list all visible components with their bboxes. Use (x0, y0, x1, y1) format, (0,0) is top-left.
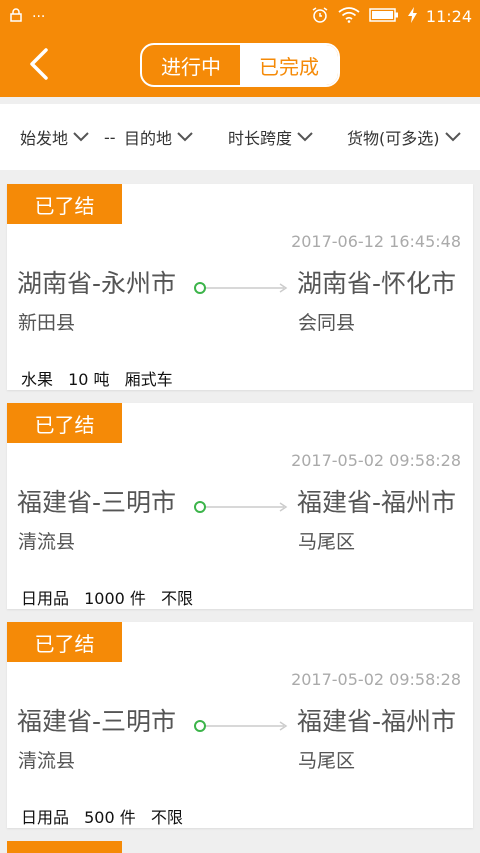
destination-county: 马尾区 (298, 750, 356, 772)
alarm-icon (311, 6, 329, 28)
order-card[interactable]: 已了结 2017-05-02 09:58:28 福建省-三明市 清流县 福建省-… (7, 622, 473, 828)
filter-bar: 始发地 -- 目的地 时长跨度 货物(可多选) (0, 104, 480, 170)
origin-county: 清流县 (18, 750, 76, 772)
order-card[interactable]: 已了结 2017-05-02 09:58:28 福建省-三明市 清流县 福建省-… (7, 403, 473, 609)
status-time: 11:24 (425, 7, 472, 26)
route-arrow-icon (194, 501, 288, 513)
chevron-left-icon (30, 48, 48, 80)
filter-duration-label: 时长跨度 (228, 129, 293, 148)
destination-city: 福建省-福州市 (297, 488, 457, 517)
filter-destination[interactable]: 目的地 (124, 125, 194, 149)
cargo-quantity: 1000 件 (84, 589, 146, 608)
cargo-type: 日用品 (21, 589, 70, 608)
route-arrow-icon (194, 720, 288, 732)
origin-city: 湖南省-永州市 (17, 269, 177, 298)
cargo-quantity: 10 吨 (68, 370, 110, 389)
destination-city: 福建省-福州市 (297, 707, 457, 736)
filter-cargo[interactable]: 货物(可多选) (347, 125, 462, 149)
origin-city: 福建省-三明市 (17, 488, 177, 517)
status-badge: 已了结 (7, 622, 122, 662)
back-button[interactable] (24, 46, 60, 82)
order-time: 2017-06-12 16:45:48 (291, 232, 461, 251)
filter-separator: -- (104, 127, 116, 147)
chevron-down-icon (73, 132, 89, 142)
origin-county: 清流县 (18, 531, 76, 553)
status-tabs: 进行中 已完成 (140, 43, 340, 87)
tab-completed[interactable]: 已完成 (240, 45, 338, 85)
vehicle-type: 厢式车 (124, 370, 173, 389)
next-card-peek (7, 841, 122, 853)
cargo-quantity: 500 件 (84, 808, 136, 827)
charging-icon (407, 6, 417, 27)
cargo-info: 水果 10 吨 厢式车 (21, 366, 183, 390)
status-badge: 已了结 (7, 403, 122, 443)
battery-icon (369, 7, 399, 26)
destination-city: 湖南省-怀化市 (297, 269, 457, 298)
cargo-type: 水果 (21, 370, 54, 389)
chevron-down-icon (444, 132, 461, 142)
order-time: 2017-05-02 09:58:28 (291, 451, 461, 470)
status-bar: ··· 11:24 (0, 0, 480, 33)
filter-origin[interactable]: 始发地 (20, 125, 90, 149)
route-arrow-icon (194, 282, 288, 294)
filter-duration[interactable]: 时长跨度 (228, 125, 314, 149)
cargo-info: 日用品 1000 件 不限 (21, 585, 203, 609)
destination-county: 会同县 (298, 312, 356, 334)
vehicle-type: 不限 (150, 808, 183, 827)
destination-county: 马尾区 (298, 531, 356, 553)
origin-county: 新田县 (18, 312, 76, 334)
status-badge: 已了结 (7, 184, 122, 224)
lock-icon (10, 7, 22, 26)
filter-destination-label: 目的地 (124, 129, 173, 148)
tab-in-progress[interactable]: 进行中 (142, 45, 240, 85)
order-card[interactable]: 已了结 2017-06-12 16:45:48 湖南省-永州市 新田县 湖南省-… (7, 184, 473, 390)
cargo-type: 日用品 (21, 808, 70, 827)
filter-cargo-label: 货物(可多选) (347, 129, 440, 148)
origin-city: 福建省-三明市 (17, 707, 177, 736)
navbar: 进行中 已完成 (0, 33, 480, 97)
order-time: 2017-05-02 09:58:28 (291, 670, 461, 689)
vehicle-type: 不限 (161, 589, 194, 608)
filter-origin-label: 始发地 (20, 129, 69, 148)
cargo-info: 日用品 500 件 不限 (21, 804, 193, 828)
status-dots: ··· (32, 8, 46, 25)
wifi-icon (338, 6, 360, 27)
chevron-down-icon (297, 132, 313, 142)
chevron-down-icon (177, 132, 193, 142)
